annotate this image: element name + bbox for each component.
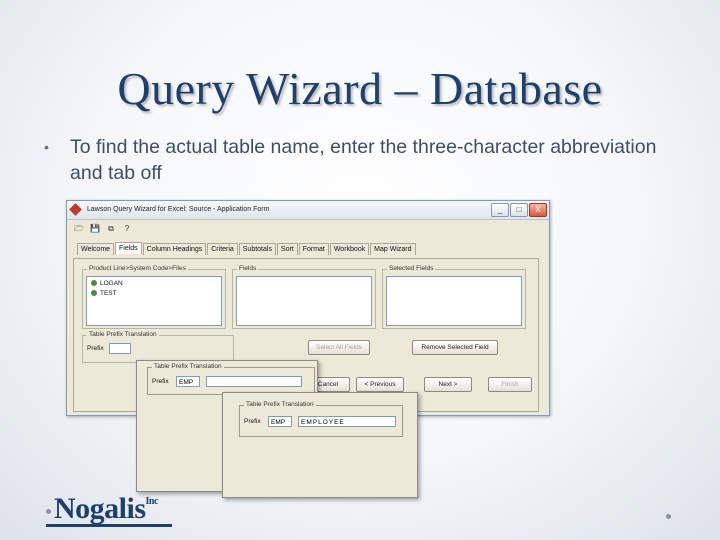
window-titlebar[interactable]: Lawson Query Wizard for Excel: Source - … <box>67 201 549 220</box>
list-item-label: TEST <box>100 290 117 297</box>
tab-format[interactable]: Format <box>298 243 329 255</box>
product-line-label: Product Line>System Code>Files <box>87 265 188 272</box>
list-item-label: LOGAN <box>100 280 123 287</box>
next-button[interactable]: Next > <box>424 377 472 392</box>
list-item[interactable]: TEST <box>91 290 117 297</box>
app-icon <box>69 203 82 216</box>
tab-welcome[interactable]: Welcome <box>77 243 115 255</box>
popup1-group-label: Table Prefix Translation <box>152 363 224 370</box>
product-line-group: Product Line>System Code>Files LOGAN TES… <box>82 265 226 329</box>
select-all-fields-button[interactable]: Select All Fields <box>308 340 370 355</box>
popup1-prefix-input[interactable]: EMP <box>176 376 200 387</box>
nogalis-logo: NogalisInc <box>54 492 158 526</box>
finish-button[interactable]: Finish <box>488 377 532 392</box>
tab-map-wizard[interactable]: Map Wizard <box>370 243 416 255</box>
selected-fields-label: Selected Fields <box>387 265 436 272</box>
popup2-group-label: Table Prefix Translation <box>244 401 316 408</box>
minimize-button[interactable]: _ <box>491 203 509 217</box>
open-icon[interactable]: 🗁 <box>73 223 85 235</box>
maximize-button[interactable]: □ <box>510 203 528 217</box>
remove-selected-field-button[interactable]: Remove Selected Field <box>412 340 498 355</box>
prefix-label: Prefix <box>87 345 104 352</box>
tab-criteria[interactable]: Criteria <box>207 243 238 255</box>
tab-column-headings[interactable]: Column Headings <box>142 243 207 255</box>
popup2-prefix-input[interactable]: EMP <box>268 416 292 427</box>
tab-strip: Welcome Fields Column Headings Criteria … <box>77 242 416 257</box>
prefix-translation-label: Table Prefix Translation <box>87 331 159 338</box>
tab-subtotals[interactable]: Subtotals <box>238 243 276 255</box>
selected-fields-group: Selected Fields <box>382 265 526 329</box>
help-icon[interactable]: ? <box>121 223 133 235</box>
decorative-dot-right <box>666 514 671 519</box>
popup2-prefix-label: Prefix <box>244 418 261 425</box>
save-icon[interactable]: 💾 <box>89 223 101 235</box>
tab-fields[interactable]: Fields <box>115 242 142 254</box>
logo-name: Nogalis <box>54 492 146 525</box>
prefix-input[interactable] <box>109 343 131 354</box>
product-line-icon <box>91 290 97 297</box>
previous-button[interactable]: < Previous <box>356 377 404 392</box>
toolbar: 🗁 💾 ⧉ ? <box>67 221 549 237</box>
selected-fields-list[interactable] <box>386 276 522 326</box>
tab-workbook[interactable]: Workbook <box>329 243 370 255</box>
tab-sort[interactable]: Sort <box>276 243 298 255</box>
product-line-icon <box>91 280 97 287</box>
prefix-translation-popup-result: Table Prefix Translation Prefix EMP EMPL… <box>222 392 418 498</box>
copy-icon[interactable]: ⧉ <box>105 223 117 235</box>
list-item[interactable]: LOGAN <box>91 280 123 287</box>
product-line-list[interactable]: LOGAN TEST <box>86 276 222 326</box>
window-title: Lawson Query Wizard for Excel: Source - … <box>87 206 270 213</box>
slide-title: Query Wizard – Database <box>117 63 603 114</box>
popup1-translation-field <box>206 376 302 387</box>
popup1-prefix-group: Table Prefix Translation Prefix EMP <box>147 363 315 395</box>
bullet-text: To find the actual table name, enter the… <box>70 136 657 184</box>
popup2-translation-field: EMPLOYEE <box>298 416 396 427</box>
decorative-dot-left <box>46 509 51 514</box>
bullet-marker: • <box>44 139 49 155</box>
logo-suffix: Inc <box>145 496 159 507</box>
popup2-prefix-group: Table Prefix Translation Prefix EMP EMPL… <box>239 401 403 437</box>
fields-group: Fields <box>232 265 376 329</box>
fields-label: Fields <box>237 265 259 272</box>
logo-underline <box>46 524 172 527</box>
popup1-prefix-label: Prefix <box>152 378 169 385</box>
fields-list[interactable] <box>236 276 372 326</box>
prefix-translation-group: Table Prefix Translation Prefix <box>82 331 234 363</box>
close-button[interactable]: X <box>529 203 547 217</box>
